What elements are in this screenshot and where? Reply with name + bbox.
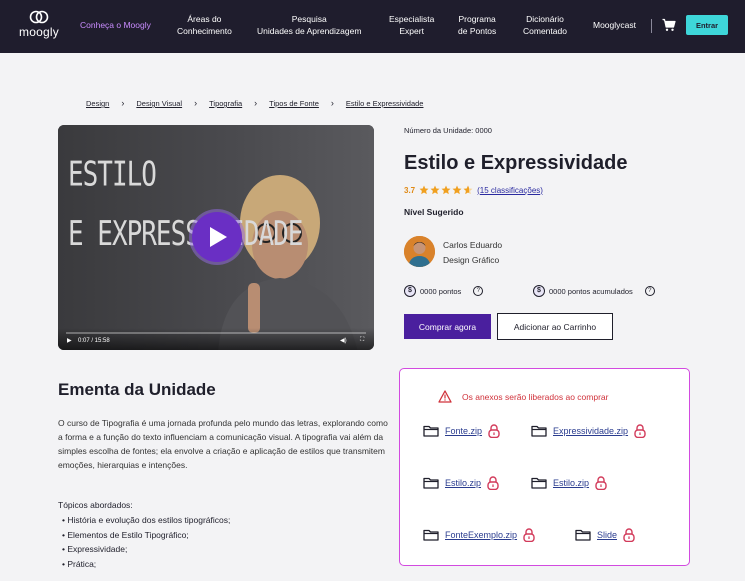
lock-icon [623, 528, 635, 542]
attachment-item: Fonte.zip [423, 424, 500, 438]
attachment-item: FonteExemplo.zip [423, 528, 535, 542]
star-icon [441, 185, 451, 195]
volume-icon[interactable]: ◀) [340, 337, 347, 344]
breadcrumb-design[interactable]: Design [86, 99, 109, 108]
attachment-item: Estilo.zip [531, 476, 607, 490]
play-button[interactable] [192, 212, 242, 262]
rating-count-link[interactable]: (15 classificações) [477, 186, 543, 195]
list-item: História e evolução dos estilos tipográf… [62, 513, 230, 528]
rating-score: 3.7 [404, 185, 416, 195]
chevron-right-icon: › [330, 98, 334, 108]
nav-areas[interactable]: Áreas do Conhecimento [177, 13, 232, 37]
play-icon [210, 227, 227, 247]
nav-especialista[interactable]: Especialista Expert [389, 13, 434, 37]
nav-mooglycast[interactable]: Mooglycast [593, 19, 636, 31]
star-icon [430, 185, 440, 195]
lock-icon [488, 424, 500, 438]
logo-text: moogly [19, 25, 59, 39]
attachment-item: Expressividade.zip [531, 424, 646, 438]
lock-icon [595, 476, 607, 490]
video-progress[interactable] [66, 332, 366, 334]
unit-title: Estilo e Expressividade [404, 152, 628, 174]
cart-icon[interactable] [662, 18, 676, 32]
author-name: Carlos Eduardo [443, 240, 503, 250]
breadcrumb-tipografia[interactable]: Tipografia [209, 99, 242, 108]
login-button[interactable]: Entrar [686, 15, 728, 35]
unit-number: Número da Unidade: 0000 [404, 126, 492, 135]
add-to-cart-button[interactable]: Adicionar ao Carrinho [497, 313, 613, 340]
attachment-link[interactable]: Slide [597, 530, 617, 540]
star-icon [419, 185, 429, 195]
attachments-panel: Os anexos serão liberados ao comprar Fon… [399, 368, 690, 566]
author-area: Design Gráfico [443, 255, 500, 265]
topics-list: História e evolução dos estilos tipográf… [62, 513, 230, 571]
nav-conheca[interactable]: Conheça o Moogly [80, 19, 151, 31]
ementa-title: Ementa da Unidade [58, 380, 216, 399]
chevron-right-icon: › [121, 98, 125, 108]
logo-icon [29, 10, 49, 24]
coin-icon: $ [404, 285, 416, 297]
author-info: Carlos Eduardo Design Gráfico [443, 238, 502, 268]
folder-icon [531, 477, 547, 489]
attachment-item: Estilo.zip [423, 476, 499, 490]
folder-icon [423, 477, 439, 489]
level-label: Nível Sugerido [404, 207, 464, 217]
breadcrumb-design-visual[interactable]: Design Visual [136, 99, 182, 108]
accumulated-points: $ 0000 pontos acumulados ? [533, 285, 655, 297]
breadcrumb: Design › Design Visual › Tipografia › Tipos de… [86, 98, 423, 108]
help-icon[interactable]: ? [644, 286, 655, 296]
points: $ 0000 pontos ? [404, 285, 484, 297]
video-player[interactable]: ESTILO E EXPRESSIVIDADE ▶ 0:07 / 15:58 ◀… [58, 125, 374, 350]
attachment-link[interactable]: FonteExemplo.zip [445, 530, 517, 540]
list-item: Elementos de Estilo Tipográfico; [62, 528, 230, 543]
attachment-link[interactable]: Expressividade.zip [553, 426, 628, 436]
warning-icon [438, 390, 452, 403]
breadcrumb-current[interactable]: Estilo e Expressividade [346, 99, 424, 108]
nav-divider [651, 19, 652, 33]
buy-now-button[interactable]: Comprar agora [404, 314, 491, 339]
star-icon [452, 185, 462, 195]
chevron-right-icon: › [254, 98, 258, 108]
list-item: Expressividade; [62, 542, 230, 557]
lock-icon [523, 528, 535, 542]
attachment-link[interactable]: Estilo.zip [445, 478, 481, 488]
accumulated-value: 0000 pontos acumulados [549, 286, 633, 296]
nav-pesquisa[interactable]: Pesquisa Unidades de Aprendizagem [257, 13, 361, 37]
chevron-right-icon: › [194, 98, 198, 108]
lock-icon [487, 476, 499, 490]
topics-title: Tópicos abordados: [58, 500, 133, 510]
attachments-warning: Os anexos serão liberados ao comprar [438, 390, 608, 403]
folder-icon [423, 529, 439, 541]
ementa-text: O curso de Tipografia é uma jornada prof… [58, 418, 388, 470]
avatar[interactable] [404, 236, 435, 267]
video-overlay-title: ESTILO E EXPRESSIVIDADE [68, 155, 303, 255]
folder-icon [531, 425, 547, 437]
attachment-link[interactable]: Estilo.zip [553, 478, 589, 488]
help-icon[interactable]: ? [473, 286, 484, 296]
fullscreen-icon[interactable]: ⛶ [360, 337, 364, 344]
attachment-item: Slide [575, 528, 635, 542]
folder-icon [423, 425, 439, 437]
star-half-icon [463, 185, 473, 195]
author-photo [404, 236, 435, 267]
nav-dicionario[interactable]: Dicionário Comentado [523, 13, 567, 37]
play-small-icon[interactable]: ▶ [67, 337, 72, 344]
logo[interactable]: moogly [18, 10, 60, 39]
video-time: 0:07 / 15:58 [78, 338, 110, 344]
attachment-link[interactable]: Fonte.zip [445, 426, 482, 436]
top-navbar: moogly Conheça o Moogly Áreas do Conheci… [0, 0, 745, 53]
folder-icon [575, 529, 591, 541]
rating: 3.7 (15 classificações) [404, 185, 543, 195]
breadcrumb-tipos-fonte[interactable]: Tipos de Fonte [269, 99, 319, 108]
points-value: 0000 pontos [420, 286, 462, 296]
list-item: Prática; [62, 557, 230, 572]
nav-programa[interactable]: Programa de Pontos [458, 13, 496, 37]
coin-icon: $ [533, 285, 545, 297]
lock-icon [634, 424, 646, 438]
